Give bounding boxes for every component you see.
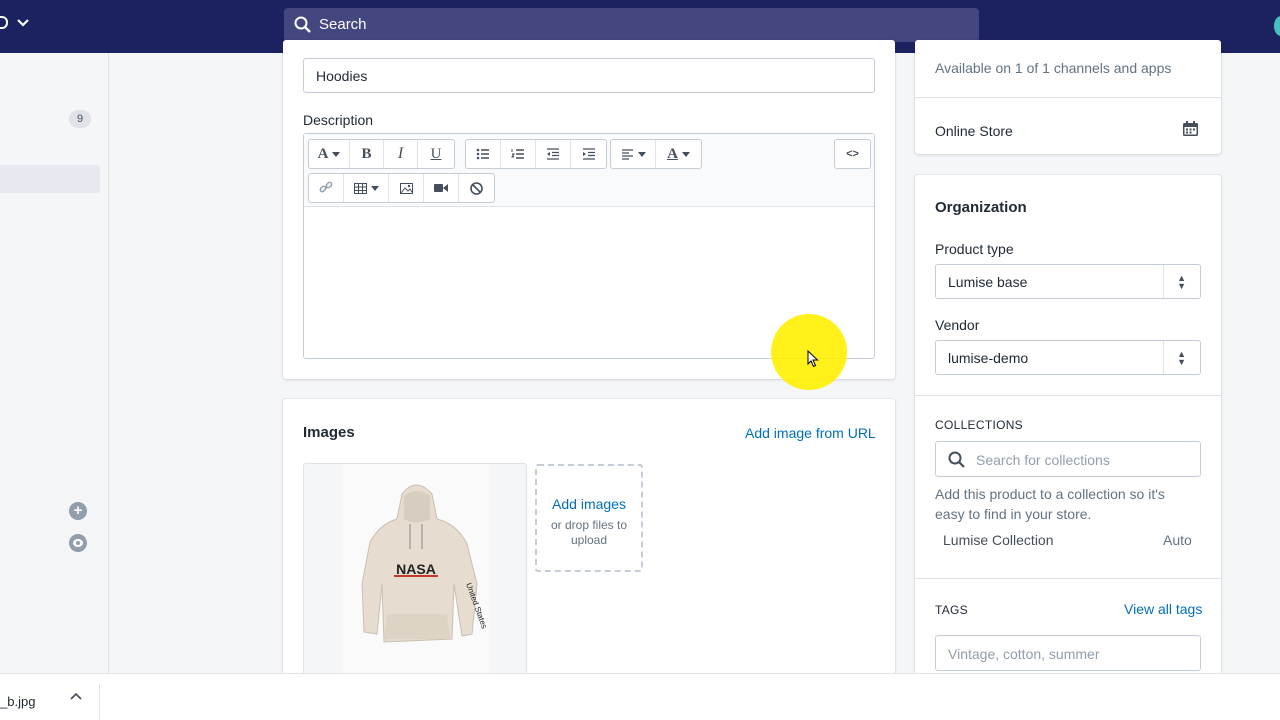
text-style-group: A B I U [308, 139, 455, 169]
collection-item-name[interactable]: Lumise Collection [943, 532, 1054, 548]
store-logo-fragment [0, 16, 8, 30]
sidebar-item-selected[interactable] [0, 165, 100, 193]
tags-label: TAGS [935, 603, 968, 617]
mouse-pointer-icon [807, 350, 819, 368]
outdent-icon [547, 148, 559, 160]
bold-button[interactable]: B [350, 140, 384, 168]
list-group [465, 139, 607, 169]
italic-button[interactable]: I [384, 140, 418, 168]
view-all-tags-link[interactable]: View all tags [1124, 601, 1202, 617]
clear-formatting-button[interactable] [459, 174, 494, 202]
text-color-button[interactable]: A [656, 140, 701, 168]
add-channel-icon[interactable]: + [69, 502, 87, 520]
product-type-label: Product type [935, 241, 1014, 257]
product-image-thumbnail[interactable]: NASA United States [303, 463, 527, 675]
search-icon [294, 16, 311, 33]
online-store-channel: Online Store [935, 123, 1013, 139]
image-icon [399, 182, 413, 194]
divider [915, 395, 1221, 396]
images-title: Images [303, 424, 355, 441]
search-label: Search [319, 16, 367, 33]
video-icon [434, 184, 448, 192]
text-color-icon: A [667, 145, 678, 162]
drop-hint: or drop files to upload [550, 518, 628, 547]
divider [915, 578, 1221, 579]
select-arrows-icon: ▲ ▼ [1177, 273, 1186, 291]
caret-down-icon [332, 151, 341, 157]
select-arrows-icon: ▲ ▼ [1177, 349, 1186, 367]
editor-toolbar: A B I U A <> [304, 134, 874, 207]
vendor-select[interactable]: lumise-demo ▲ ▼ [935, 340, 1201, 375]
sidebar: 9 + [0, 53, 109, 673]
numbered-list-icon [511, 149, 524, 159]
collections-label: COLLECTIONS [935, 418, 1023, 432]
organization-title: Organization [935, 199, 1027, 216]
vendor-value: lumise-demo [948, 350, 1029, 366]
insert-image-button[interactable] [389, 174, 424, 202]
select-separator [1163, 341, 1164, 374]
underline-icon: U [430, 145, 442, 162]
product-title-input[interactable]: Hoodies [303, 58, 875, 93]
italic-icon: I [397, 145, 404, 162]
tags-placeholder: Vintage, cotton, summer [948, 646, 1100, 662]
chevron-up-icon[interactable] [70, 692, 82, 700]
link-icon [319, 181, 333, 193]
numbered-list-button[interactable] [501, 140, 536, 168]
collections-help-text: Add this product to a collection so it's… [935, 486, 1165, 522]
caret-down-icon [637, 151, 646, 157]
hoodie-photo: NASA United States [342, 464, 490, 674]
collection-item-mode: Auto [1163, 532, 1192, 548]
search-icon [948, 451, 965, 468]
image-dropzone[interactable]: Add images or drop files to upload [535, 464, 643, 572]
align-button[interactable] [611, 140, 656, 168]
chevron-down-icon [17, 18, 30, 27]
vendor-label: Vendor [935, 317, 980, 333]
svg-text:NASA: NASA [396, 561, 436, 577]
view-store-icon[interactable] [69, 534, 87, 552]
bullet-list-icon [476, 148, 489, 160]
divider [915, 97, 1221, 98]
underline-button[interactable]: U [418, 140, 454, 168]
user-avatar[interactable] [1274, 16, 1280, 36]
hoodie-image: NASA United States [361, 484, 489, 643]
download-bar-separator [99, 684, 100, 720]
caret-down-icon [370, 185, 379, 191]
download-bar: _b.jpg [0, 673, 1280, 720]
align-color-group: A [610, 139, 702, 169]
insert-group [308, 173, 495, 203]
add-images-link[interactable]: Add images [537, 496, 641, 512]
insert-video-button[interactable] [424, 174, 459, 202]
font-style-button[interactable]: A [309, 140, 350, 168]
bullet-list-button[interactable] [466, 140, 501, 168]
store-switcher[interactable] [0, 14, 30, 32]
html-group: <> [834, 139, 871, 169]
indent-icon [582, 148, 595, 160]
select-separator [1163, 265, 1164, 298]
description-label: Description [303, 112, 374, 128]
table-icon [353, 182, 367, 194]
outdent-button[interactable] [536, 140, 571, 168]
show-html-button[interactable]: <> [835, 140, 870, 168]
caret-down-icon [681, 151, 690, 157]
add-image-from-url-link[interactable]: Add image from URL [745, 425, 876, 441]
channels-availability: Available on 1 of 1 channels and apps [935, 60, 1172, 76]
indent-button[interactable] [571, 140, 606, 168]
collections-placeholder: Search for collections [976, 452, 1110, 468]
downloaded-file-name[interactable]: _b.jpg [0, 694, 35, 709]
orders-count-badge: 9 [69, 110, 91, 128]
table-button[interactable] [344, 174, 389, 202]
font-icon: A [317, 145, 329, 162]
search-bar[interactable]: Search [284, 8, 979, 42]
align-left-icon [621, 148, 633, 160]
clear-formatting-icon [470, 181, 483, 195]
link-button[interactable] [309, 174, 344, 202]
product-type-value: Lumise base [948, 274, 1028, 290]
product-type-select[interactable]: Lumise base ▲ ▼ [935, 264, 1201, 299]
calendar-icon[interactable] [1182, 120, 1199, 137]
tags-input[interactable]: Vintage, cotton, summer [935, 635, 1201, 671]
collections-search-input[interactable]: Search for collections [935, 441, 1201, 477]
bold-icon: B [361, 145, 372, 162]
